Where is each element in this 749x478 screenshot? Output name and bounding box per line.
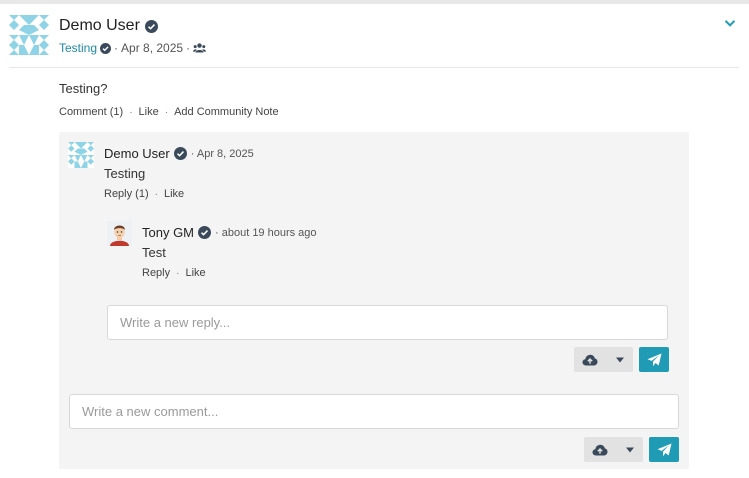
reply-header: Tony GM · about 19 hours ago	[142, 225, 317, 240]
collapse-button[interactable]	[723, 16, 737, 30]
comment-like-link[interactable]: Like	[164, 188, 184, 200]
comment-reply-link[interactable]: Reply (1)	[104, 188, 149, 200]
reply-like-link[interactable]: Like	[185, 267, 205, 279]
comment-send-button[interactable]	[649, 437, 679, 462]
post-card: Demo User Testing · Apr 8, 2025 · Testin…	[0, 4, 749, 478]
reply-reply-link[interactable]: Reply	[142, 267, 170, 279]
reply-author-name[interactable]: Tony GM	[142, 225, 194, 240]
comment-author-avatar[interactable]	[68, 142, 94, 168]
comment-input[interactable]	[82, 404, 666, 419]
comment-upload-button[interactable]	[584, 437, 616, 462]
like-link[interactable]: Like	[139, 106, 159, 118]
comments-panel: Demo User · Apr 8, 2025 Testing Reply (1…	[59, 132, 689, 469]
post-date: Apr 8, 2025	[121, 41, 184, 55]
verified-check-icon	[100, 42, 112, 54]
reply-date: · about 19 hours ago	[215, 226, 317, 239]
header-divider	[9, 67, 739, 68]
post-body: Testing?	[59, 81, 108, 96]
reply-input-box	[107, 305, 668, 340]
verified-check-icon	[198, 226, 212, 239]
user-photo-avatar	[107, 221, 132, 246]
group-link[interactable]: Testing	[59, 41, 97, 55]
meta-separator: ·	[186, 41, 191, 55]
verified-check-icon	[173, 147, 187, 160]
action-separator: ·	[176, 267, 180, 279]
reply-attachment-group	[574, 347, 633, 372]
chevron-down-icon	[724, 20, 736, 27]
add-community-note-link[interactable]: Add Community Note	[174, 106, 279, 118]
post-author: Demo User	[59, 17, 158, 35]
paper-plane-icon	[647, 353, 661, 366]
paper-plane-icon	[657, 443, 671, 456]
comment-actions: Reply (1) · Like	[104, 188, 184, 200]
post-author-name[interactable]: Demo User	[59, 17, 140, 35]
comment-header: Demo User · Apr 8, 2025	[104, 146, 254, 161]
comment-count-link[interactable]: Comment (1)	[59, 106, 123, 118]
caret-down-icon	[625, 447, 634, 452]
identicon-avatar	[68, 142, 94, 168]
post-author-avatar[interactable]	[9, 15, 49, 55]
action-separator: ·	[129, 106, 133, 118]
comment-attachment-dropdown[interactable]	[616, 437, 643, 462]
action-separator: ·	[164, 106, 169, 118]
reply-upload-button[interactable]	[574, 347, 606, 372]
verified-check-icon	[144, 19, 158, 33]
post-meta: Testing · Apr 8, 2025 ·	[59, 41, 207, 55]
comment-attachment-group	[584, 437, 643, 462]
users-icon	[193, 43, 207, 53]
reply-input[interactable]	[120, 315, 655, 330]
action-separator: ·	[154, 188, 158, 200]
caret-down-icon	[615, 357, 624, 362]
reply-attachment-dropdown[interactable]	[606, 347, 633, 372]
meta-separator: ·	[114, 41, 119, 55]
comment-input-box	[69, 394, 679, 429]
cloud-upload-icon	[582, 354, 598, 365]
reply-author-avatar[interactable]	[107, 221, 132, 246]
reply-send-button[interactable]	[639, 347, 669, 372]
cloud-upload-icon	[592, 444, 608, 455]
reply-text: Test	[142, 245, 166, 260]
comment-date: · Apr 8, 2025	[190, 147, 254, 160]
identicon-avatar	[9, 15, 49, 55]
comment-text: Testing	[104, 166, 146, 181]
reply-actions: Reply · Like	[142, 267, 206, 279]
comment-author-name[interactable]: Demo User	[104, 146, 170, 161]
post-actions: Comment (1) · Like · Add Community Note	[59, 106, 279, 118]
